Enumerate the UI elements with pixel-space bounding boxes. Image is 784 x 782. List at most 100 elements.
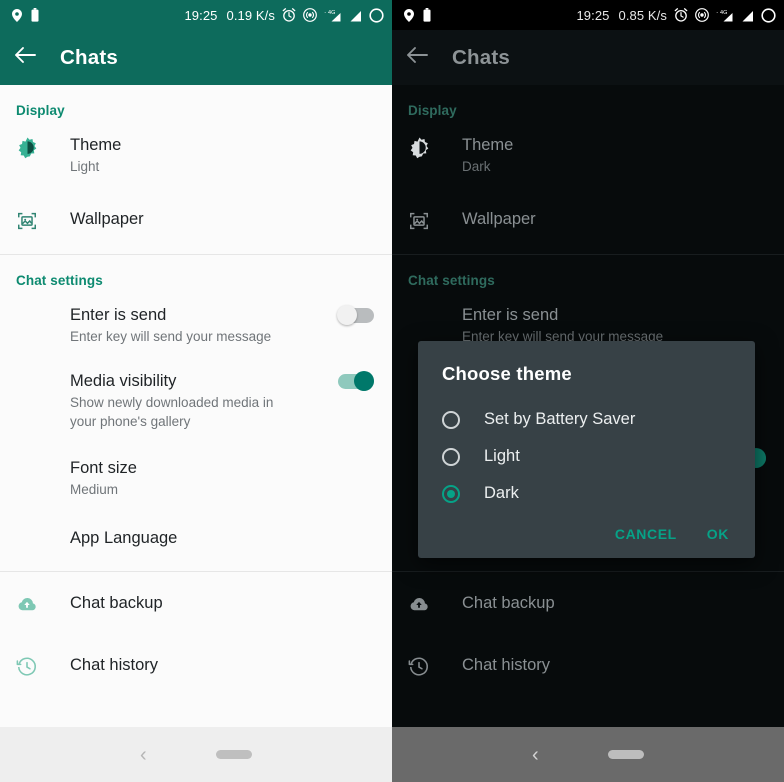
section-header-chat-settings: Chat settings — [408, 273, 495, 288]
row-title: Theme — [462, 136, 514, 154]
radio-label: Light — [484, 447, 520, 465]
cloud-upload-icon — [408, 592, 448, 616]
cancel-button[interactable]: CANCEL — [615, 526, 677, 542]
toggle-knob — [354, 371, 374, 391]
settings-row-app-language[interactable]: App Language — [0, 509, 392, 571]
row-subtitle: Show newly downloaded media in your phon… — [70, 395, 274, 429]
svg-text:·: · — [716, 10, 718, 17]
app-bar-dark: Chats — [392, 30, 784, 85]
mobile-data-4g-icon: 4G · — [716, 8, 734, 22]
status-bar-light: 19:25 0.19 K/s 4G · — [0, 0, 392, 30]
row-title: Wallpaper — [70, 210, 144, 228]
status-bar-dark: 19:25 0.85 K/s 4G · — [392, 0, 784, 30]
nav-back-icon[interactable]: ‹ — [532, 745, 539, 765]
svg-text:4G: 4G — [328, 10, 336, 16]
alarm-icon — [282, 8, 296, 22]
choose-theme-dialog: Choose theme Set by Battery Saver Light … — [418, 341, 755, 558]
svg-text:·: · — [324, 10, 326, 17]
wallpaper-icon — [408, 208, 448, 232]
settings-row-enter-is-send[interactable]: Enter is send Enter key will send your m… — [0, 294, 392, 356]
brightness-icon — [16, 134, 56, 159]
section-header-chat-settings: Chat settings — [16, 273, 103, 288]
cloud-upload-icon — [16, 592, 56, 616]
settings-row-theme[interactable]: Theme Dark — [392, 124, 784, 186]
hotspot-icon — [695, 8, 709, 22]
dialog-action-bar: CANCEL OK — [418, 512, 755, 548]
row-subtitle: Enter key will send your message — [70, 329, 272, 344]
toggle-media-visibility[interactable] — [338, 371, 374, 391]
brightness-icon — [408, 134, 448, 159]
radio-label: Dark — [484, 484, 519, 502]
row-title: Chat backup — [462, 594, 555, 612]
light-theme-phone-screen: 19:25 0.19 K/s 4G · Chats Display Theme … — [0, 0, 392, 782]
settings-row-media-visibility[interactable]: Media visibility Show newly downloaded m… — [0, 356, 392, 441]
nav-back-icon[interactable]: ‹ — [140, 745, 147, 765]
wallpaper-icon — [16, 208, 56, 232]
app-bar-light: Chats — [0, 30, 392, 85]
settings-row-chat-history[interactable]: Chat history — [0, 636, 392, 688]
system-nav-bar-dark: ‹ — [392, 727, 784, 782]
row-title: Wallpaper — [462, 210, 536, 228]
radio-button[interactable] — [442, 484, 460, 503]
settings-row-chat-backup[interactable]: Chat backup — [392, 572, 784, 636]
row-title: Theme — [70, 136, 122, 154]
row-title: Chat history — [70, 656, 159, 674]
row-subtitle: Medium — [70, 482, 119, 497]
dialog-title: Choose theme — [442, 363, 572, 384]
settings-row-chat-backup[interactable]: Chat backup — [0, 572, 392, 636]
status-data-rate: 0.85 K/s — [618, 7, 667, 23]
row-title: Chat history — [462, 656, 551, 674]
location-icon — [404, 8, 414, 22]
back-arrow-icon[interactable] — [406, 46, 428, 69]
dual-screenshot-comparison: 19:25 0.19 K/s 4G · Chats Display Theme … — [0, 0, 784, 782]
status-time: 19:25 — [184, 7, 218, 23]
battery-icon — [423, 8, 431, 22]
settings-row-chat-history[interactable]: Chat history — [392, 636, 784, 688]
svg-text:4G: 4G — [720, 10, 728, 16]
ok-button[interactable]: OK — [707, 526, 729, 542]
hotspot-icon — [303, 8, 317, 22]
settings-row-wallpaper[interactable]: Wallpaper — [0, 186, 392, 254]
row-subtitle: Dark — [462, 159, 491, 174]
radio-button[interactable] — [442, 410, 460, 429]
section-header-display: Display — [16, 103, 65, 118]
page-title: Chats — [60, 45, 118, 69]
row-title: Media visibility — [70, 372, 177, 390]
back-arrow-icon[interactable] — [14, 46, 36, 69]
status-data-rate: 0.19 K/s — [226, 7, 275, 23]
settings-content-light: Display Theme Light Wallpaper Chat setti… — [0, 85, 392, 727]
location-icon — [12, 8, 22, 22]
mobile-data-4g-icon: 4G · — [324, 8, 342, 22]
circle-icon — [761, 7, 776, 23]
settings-content-dark: Display Theme Dark Wallpaper Chat settin… — [392, 85, 784, 727]
system-nav-bar-light: ‹ — [0, 727, 392, 782]
radio-button[interactable] — [442, 447, 460, 466]
page-title: Chats — [452, 45, 510, 69]
toggle-knob — [337, 305, 357, 325]
row-title: Chat backup — [70, 594, 163, 612]
status-time: 19:25 — [576, 7, 610, 23]
radio-option-set-by-battery-saver[interactable]: Set by Battery Saver — [418, 401, 755, 438]
signal-icon — [349, 8, 362, 22]
history-clock-icon — [408, 654, 448, 678]
row-title: Enter is send — [462, 306, 559, 324]
row-title: Enter is send — [70, 306, 167, 324]
row-subtitle: Light — [70, 159, 100, 174]
settings-row-theme[interactable]: Theme Light — [0, 124, 392, 186]
row-title: Font size — [70, 459, 137, 477]
radio-option-dark[interactable]: Dark — [418, 475, 755, 512]
toggle-enter-is-send[interactable] — [337, 305, 374, 325]
alarm-icon — [674, 8, 688, 22]
settings-row-wallpaper[interactable]: Wallpaper — [392, 186, 784, 254]
settings-row-font-size[interactable]: Font size Medium — [0, 441, 392, 509]
circle-icon — [369, 7, 384, 23]
battery-icon — [31, 8, 39, 22]
radio-option-light[interactable]: Light — [418, 438, 755, 475]
row-title: App Language — [70, 529, 178, 547]
history-clock-icon — [16, 654, 56, 678]
radio-label: Set by Battery Saver — [484, 410, 636, 428]
section-header-display: Display — [408, 103, 457, 118]
nav-home-pill[interactable] — [607, 750, 644, 759]
nav-home-pill[interactable] — [215, 750, 252, 759]
signal-icon — [741, 8, 754, 22]
